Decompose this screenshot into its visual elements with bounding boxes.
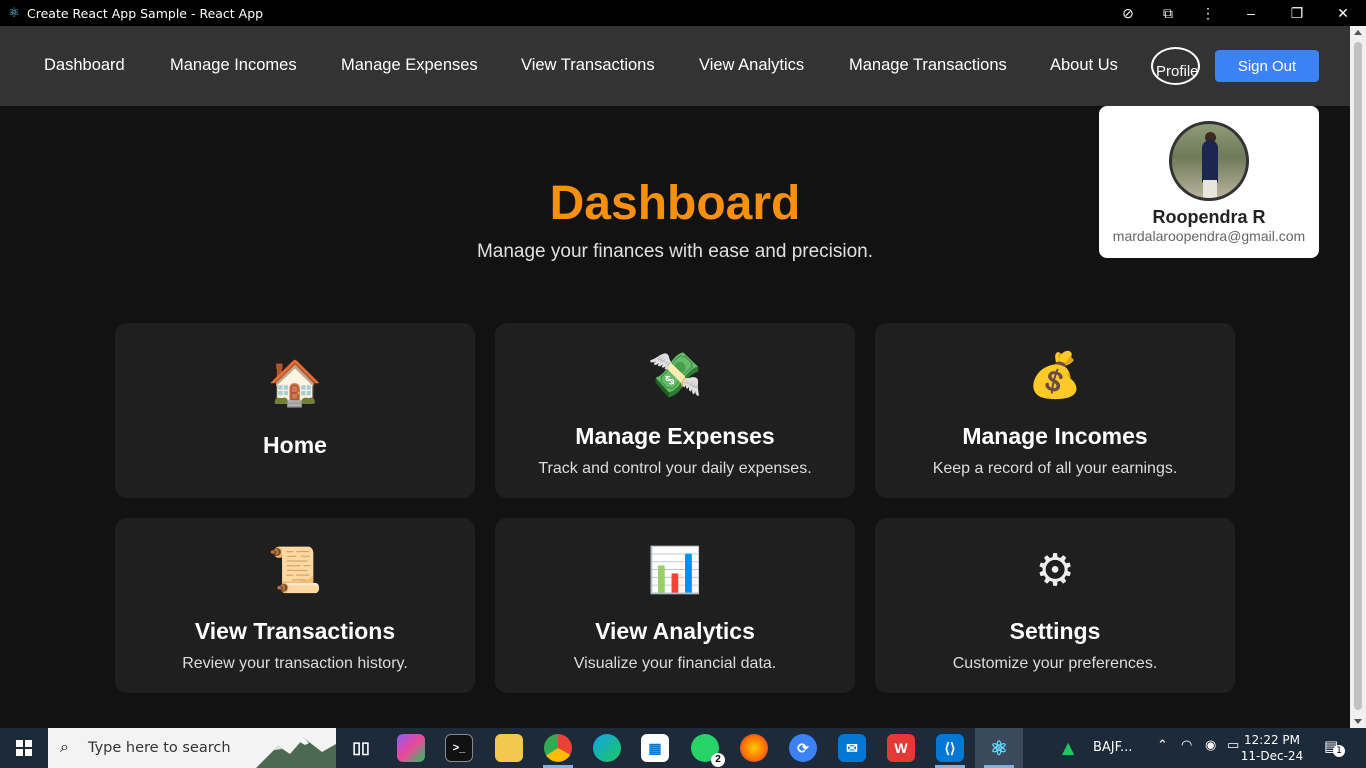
card-manage-incomes[interactable]: 💰 Manage Incomes Keep a record of all yo… [875, 323, 1235, 498]
window-title-bar: ⚛ Create React App Sample - React App ⊘ … [0, 0, 1366, 26]
windows-logo-icon [16, 740, 32, 756]
react-app-taskbar-icon[interactable]: ⚛ [985, 734, 1013, 762]
nav-manage-expenses[interactable]: Manage Expenses [341, 56, 478, 75]
wps-office-icon[interactable]: W [887, 734, 915, 762]
card-manage-expenses[interactable]: 💸 Manage Expenses Track and control your… [495, 323, 855, 498]
battery-icon[interactable]: ▭ [1227, 738, 1239, 753]
wifi-icon[interactable]: ◠ [1181, 738, 1192, 753]
eye-slash-icon[interactable]: ⊘ [1108, 5, 1148, 22]
house-icon: 🏠 [267, 358, 323, 409]
minimize-button[interactable]: – [1228, 5, 1274, 21]
start-button[interactable] [0, 728, 48, 768]
nav-view-analytics[interactable]: View Analytics [699, 56, 804, 75]
card-description: Customize your preferences. [952, 655, 1158, 672]
page-title: Dashboard [549, 177, 801, 230]
money-with-wings-icon: 💸 [647, 350, 703, 401]
scroll-up-icon[interactable] [1354, 30, 1362, 35]
card-title: Manage Incomes [962, 423, 1148, 449]
edge-icon[interactable] [593, 734, 621, 762]
scrollbar-thumb[interactable] [1354, 42, 1362, 710]
window-controls: ⊘ ⧉ ⋮ – ❐ ✕ [1108, 0, 1366, 26]
gear-icon: ⚙ [1035, 545, 1075, 596]
nav-dashboard[interactable]: Dashboard [44, 56, 125, 75]
sync-app-icon[interactable]: ⟳ [789, 734, 817, 762]
nav-view-transactions[interactable]: View Transactions [521, 56, 655, 75]
card-home[interactable]: 🏠 Home [115, 323, 475, 498]
mountain-illustration-icon [256, 738, 336, 768]
sign-out-button[interactable]: Sign Out [1215, 50, 1319, 82]
avatar-alt-text: Profile [1156, 63, 1199, 80]
window-title: Create React App Sample - React App [27, 5, 264, 21]
react-icon: ⚛ [8, 5, 20, 20]
stock-chart-icon[interactable]: ▲ [1062, 738, 1074, 757]
card-title: Home [263, 432, 327, 458]
chevron-up-icon[interactable]: ⌃ [1157, 738, 1168, 753]
vertical-scrollbar[interactable] [1350, 26, 1366, 728]
card-view-transactions[interactable]: 📜 View Transactions Review your transact… [115, 518, 475, 693]
page-subtitle: Manage your finances with ease and preci… [476, 241, 874, 262]
terminal-icon[interactable]: >_ [445, 734, 473, 762]
clock-date: 11-Dec-24 [1240, 749, 1304, 763]
notification-icon[interactable]: ▤ 1 [1324, 737, 1345, 757]
more-menu-icon[interactable]: ⋮ [1188, 5, 1228, 22]
mail-icon[interactable]: ✉ [838, 734, 866, 762]
store-icon[interactable]: ▦ [641, 734, 669, 762]
card-view-analytics[interactable]: 📊 View Analytics Visualize your financia… [495, 518, 855, 693]
money-bag-icon: 💰 [1027, 350, 1083, 401]
card-description: Visualize your financial data. [573, 655, 777, 672]
scroll-down-icon[interactable] [1354, 719, 1362, 724]
card-title: View Analytics [595, 618, 755, 644]
notification-count: 1 [1333, 745, 1345, 757]
firefox-icon[interactable] [740, 734, 768, 762]
mic-icon[interactable]: ◉ [1205, 738, 1216, 753]
search-placeholder: Type here to search [88, 740, 231, 756]
taskbar: ⌕ Type here to search ▯▯ >_ ▦ 2 ⟳ ✉ W ⟨⟩… [0, 728, 1366, 768]
clock-time: 12:22 PM [1244, 733, 1300, 747]
card-title: Manage Expenses [575, 423, 775, 449]
nav-manage-transactions[interactable]: Manage Transactions [849, 56, 1007, 75]
whatsapp-badge: 2 [711, 753, 725, 767]
bar-chart-icon: 📊 [647, 545, 703, 596]
card-title: Settings [1009, 618, 1101, 644]
navbar: Dashboard Manage Incomes Manage Expenses… [0, 26, 1350, 106]
file-explorer-icon[interactable] [495, 734, 523, 762]
stock-ticker[interactable]: BAJF... [1093, 740, 1132, 755]
scroll-icon: 📜 [267, 545, 323, 596]
chrome-icon[interactable] [544, 734, 572, 762]
card-title: View Transactions [194, 618, 396, 644]
nav-about-us[interactable]: About Us [1050, 56, 1118, 75]
app-viewport: Dashboard Manage Incomes Manage Expenses… [0, 26, 1350, 728]
profile-avatar-button[interactable]: Profile [1151, 47, 1200, 85]
card-description: Keep a record of all your earnings. [932, 460, 1178, 477]
close-button[interactable]: ✕ [1320, 5, 1366, 22]
task-view-icon[interactable]: ▯▯ [347, 734, 375, 762]
nav-manage-incomes[interactable]: Manage Incomes [170, 56, 297, 75]
search-icon: ⌕ [60, 739, 69, 756]
card-settings[interactable]: ⚙ Settings Customize your preferences. [875, 518, 1235, 693]
restore-button[interactable]: ❐ [1274, 5, 1320, 22]
card-description: Review your transaction history. [182, 655, 408, 672]
card-description: Track and control your daily expenses. [538, 460, 812, 477]
copilot-icon[interactable] [397, 734, 425, 762]
extensions-icon[interactable]: ⧉ [1148, 5, 1188, 22]
vscode-icon[interactable]: ⟨⟩ [936, 734, 964, 762]
whatsapp-icon[interactable]: 2 [691, 734, 725, 767]
taskbar-search[interactable]: ⌕ Type here to search [48, 728, 336, 768]
taskbar-clock[interactable]: 12:22 PM 11-Dec-24 [1240, 732, 1304, 764]
